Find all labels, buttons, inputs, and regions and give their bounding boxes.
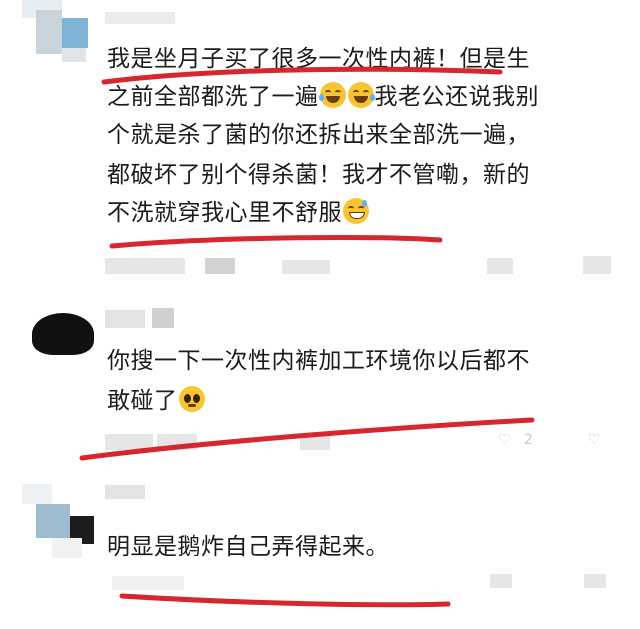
comment-2: 你搜一下一次性内裤加工环境你以后都不 敢碰了 ♡ 2 ♡: [0, 290, 640, 470]
comment-text-line: 我是坐月子买了很多一次性内裤！但是生: [107, 46, 530, 72]
username[interactable]: [105, 485, 145, 499]
timestamp: [105, 258, 185, 274]
timestamp: [112, 576, 184, 590]
like-icon[interactable]: [487, 258, 513, 274]
timestamp: [105, 434, 153, 450]
comment-text-line: 个就是杀了菌的你还拆出来全部洗一遍，: [107, 122, 530, 148]
comment-text-line: 不洗就穿我心里不舒服: [107, 198, 370, 228]
username[interactable]: [105, 310, 145, 328]
avatar[interactable]: [22, 305, 102, 357]
username[interactable]: [105, 12, 175, 24]
comment-text-line: 你搜一下一次性内裤加工环境你以后都不: [107, 348, 530, 374]
grin-sweat-emoji: [343, 198, 369, 224]
comment-1: 我是坐月子买了很多一次性内裤！但是生 之前全部都洗了一遍 我老公还说我别 个就是杀…: [0, 0, 640, 290]
comment-3: 明显是鹅炸自己弄得起来。: [0, 470, 640, 629]
comment-text-line: 明显是鹅炸自己弄得起来。: [107, 534, 389, 560]
like-icon[interactable]: ♡: [498, 432, 511, 448]
avatar[interactable]: [22, 484, 98, 562]
dislike-icon[interactable]: ♡: [588, 432, 601, 448]
comment-text-line: 之前全部都洗了一遍 我老公还说我别: [107, 82, 539, 110]
dislike-icon[interactable]: [583, 256, 611, 274]
rofl-emoji: [318, 82, 346, 108]
avatar[interactable]: [22, 0, 92, 66]
comment-text-line: 敢碰了: [107, 386, 206, 416]
reply-button[interactable]: [205, 258, 235, 274]
like-count: 2: [524, 432, 533, 448]
pleading-emoji: [178, 386, 205, 412]
comment-text-line: 都破坏了别个得杀菌！我才不管嘞，新的: [107, 162, 530, 188]
rofl-emoji: [347, 82, 375, 108]
